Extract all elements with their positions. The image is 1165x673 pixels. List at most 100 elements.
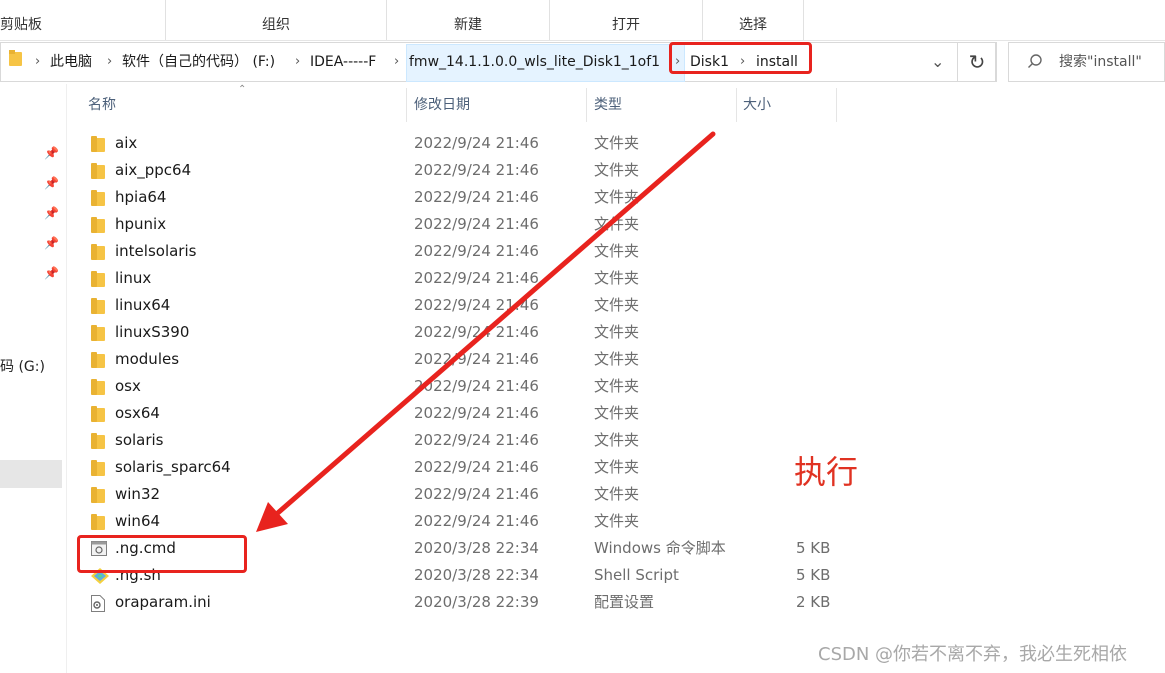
search-input[interactable]: 搜索"install" [1059,43,1142,81]
file-name[interactable]: win32 [115,481,160,508]
folder-icon [9,43,22,81]
file-name[interactable]: linux64 [115,292,170,319]
file-name[interactable]: win64 [115,508,160,535]
file-row[interactable]: osx 2022/9/24 21:46 文件夹 [0,373,860,400]
file-row[interactable]: aix 2022/9/24 21:46 文件夹 [0,130,860,157]
file-type: 配置设置 [594,593,655,611]
crumb-drive-f[interactable]: 软件（自己的代码） (F:) [122,43,275,81]
file-row[interactable]: linux 2022/9/24 21:46 文件夹 [0,265,860,292]
folder-icon [91,298,105,318]
ribbon-label-organize: 组织 [262,17,290,33]
column-divider[interactable] [836,88,837,122]
config-file-icon [91,595,105,616]
file-type: 文件夹 [594,161,640,179]
file-name[interactable]: hpia64 [115,184,166,211]
ribbon-group-organize: 组织 [166,0,387,40]
file-row[interactable]: win32 2022/9/24 21:46 文件夹 [0,481,860,508]
refresh-button[interactable]: ↻ [957,42,997,82]
annotation-label: 执行 [794,453,859,491]
file-name[interactable]: osx [115,373,141,400]
file-name[interactable]: solaris_sparc64 [115,454,231,481]
file-row[interactable]: win64 2022/9/24 21:46 文件夹 [0,508,860,535]
folder-icon [91,244,105,264]
file-type: 文件夹 [594,512,640,530]
crumb-this-pc[interactable]: 此电脑 [50,43,92,81]
file-type: Windows 命令脚本 [594,539,726,557]
file-date: 2022/9/24 21:46 [414,296,539,314]
file-type: 文件夹 [594,431,640,449]
file-size: 2 KB [796,593,831,611]
folder-icon [91,460,105,480]
file-row[interactable]: oraparam.ini 2020/3/28 22:39 配置设置 2 KB [0,589,860,616]
file-type: 文件夹 [594,404,640,422]
file-type: 文件夹 [594,242,640,260]
folder-icon [91,163,105,183]
column-header-type[interactable]: 类型 [594,92,622,118]
file-type: 文件夹 [594,485,640,503]
search-icon [1027,53,1043,73]
column-divider[interactable] [586,88,587,122]
column-header-size[interactable]: 大小 [743,92,771,118]
file-size: 5 KB [796,539,831,557]
file-name[interactable]: aix_ppc64 [115,157,191,184]
refresh-icon: ↻ [968,50,986,74]
file-name[interactable]: oraparam.ini [115,589,211,616]
annotation-box-path [669,42,812,74]
column-header-name[interactable]: 名称 [88,92,116,118]
file-type: 文件夹 [594,215,640,233]
file-name[interactable]: modules [115,346,179,373]
file-row[interactable]: hpunix 2022/9/24 21:46 文件夹 [0,211,860,238]
file-row[interactable]: linux64 2022/9/24 21:46 文件夹 [0,292,860,319]
file-row[interactable]: intelsolaris 2022/9/24 21:46 文件夹 [0,238,860,265]
file-date: 2022/9/24 21:46 [414,161,539,179]
chevron-right-icon: › [394,54,400,69]
chevron-right-icon: › [107,54,113,69]
file-type: 文件夹 [594,188,640,206]
file-date: 2022/9/24 21:46 [414,269,539,287]
file-type: 文件夹 [594,350,640,368]
ribbon-group-new: 新建 [387,0,550,40]
file-date: 2022/9/24 21:46 [414,350,539,368]
ribbon-label-new: 新建 [454,17,482,33]
file-row[interactable]: solaris_sparc64 2022/9/24 21:46 文件夹 [0,454,860,481]
column-header-date[interactable]: 修改日期 [414,92,470,118]
file-row[interactable]: linuxS390 2022/9/24 21:46 文件夹 [0,319,860,346]
search-box[interactable]: 搜索"install" [1008,42,1165,82]
address-bar[interactable]: › 此电脑 › 软件（自己的代码） (F:) › IDEA-----F › fm… [0,42,996,82]
file-row[interactable]: hpia64 2022/9/24 21:46 文件夹 [0,184,860,211]
ribbon-group-clipboard: 剪贴板 [0,0,166,40]
file-date: 2022/9/24 21:46 [414,215,539,233]
file-date: 2020/3/28 22:34 [414,566,539,584]
file-name[interactable]: hpunix [115,211,166,238]
file-name[interactable]: aix [115,130,137,157]
ribbon-label-open: 打开 [612,17,640,33]
file-name[interactable]: osx64 [115,400,160,427]
file-name[interactable]: solaris [115,427,164,454]
file-date: 2022/9/24 21:46 [414,242,539,260]
file-row[interactable]: aix_ppc64 2022/9/24 21:46 文件夹 [0,157,860,184]
folder-icon [91,514,105,534]
file-date: 2022/9/24 21:46 [414,188,539,206]
file-date: 2022/9/24 21:46 [414,134,539,152]
file-row[interactable]: solaris 2022/9/24 21:46 文件夹 [0,427,860,454]
chevron-right-icon: › [35,54,41,69]
column-divider[interactable] [406,88,407,122]
file-name[interactable]: linux [115,265,151,292]
crumb-idea[interactable]: IDEA-----F [310,43,376,81]
file-date: 2022/9/24 21:46 [414,377,539,395]
chevron-down-icon[interactable]: ⌄ [931,43,944,81]
file-name[interactable]: linuxS390 [115,319,189,346]
file-row[interactable]: modules 2022/9/24 21:46 文件夹 [0,346,860,373]
file-row[interactable]: osx64 2022/9/24 21:46 文件夹 [0,400,860,427]
folder-icon [91,406,105,426]
file-name[interactable]: intelsolaris [115,238,196,265]
column-divider[interactable] [736,88,737,122]
file-type: Shell Script [594,566,679,584]
file-date: 2022/9/24 21:46 [414,485,539,503]
file-type: 文件夹 [594,296,640,314]
folder-icon [91,136,105,156]
file-date: 2022/9/24 21:46 [414,404,539,422]
ribbon: 剪贴板 组织 新建 打开 选择 [0,0,1165,41]
crumb-fmw[interactable]: fmw_14.1.1.0.0_wls_lite_Disk1_1of1 [409,43,660,81]
ribbon-label-select: 选择 [739,17,767,33]
